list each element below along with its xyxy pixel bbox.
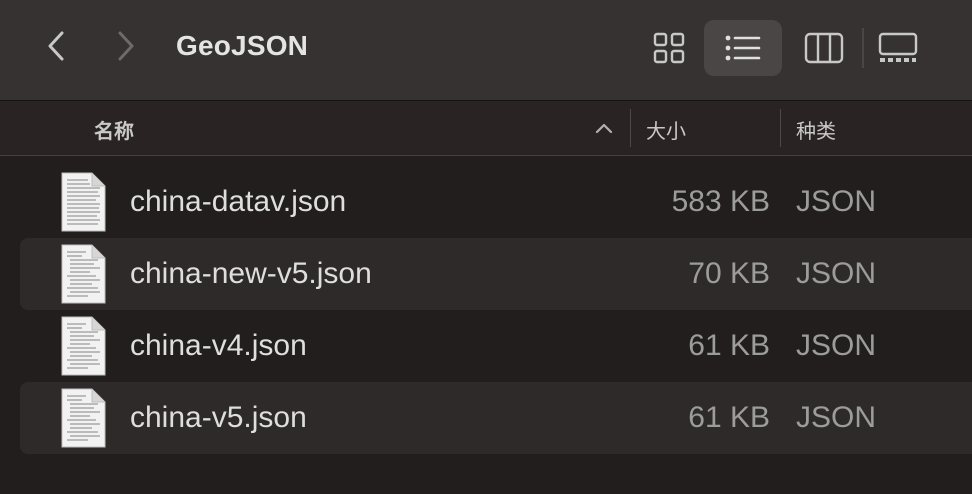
- toolbar: GeoJSON: [0, 0, 972, 101]
- file-kind: JSON: [796, 329, 877, 362]
- json-file-icon: [61, 316, 106, 376]
- finder-window: GeoJSON 名称 大小 种类 china-datav.json 583 KB…: [0, 0, 972, 494]
- chevron-left-icon: [48, 31, 64, 61]
- file-kind: JSON: [796, 185, 877, 218]
- file-kind: JSON: [796, 401, 877, 434]
- json-file-icon: [61, 172, 106, 232]
- column-divider[interactable]: [630, 109, 631, 147]
- back-button[interactable]: [36, 26, 76, 66]
- size-column-header[interactable]: 大小: [646, 115, 686, 144]
- column-header: 名称 大小 种类: [0, 101, 972, 156]
- columns-icon: [804, 32, 844, 64]
- list-view-button[interactable]: [704, 20, 782, 76]
- file-name: china-new-v5.json: [130, 257, 372, 290]
- chevron-right-icon: [118, 31, 134, 61]
- column-view-button[interactable]: [796, 20, 852, 76]
- column-divider[interactable]: [780, 109, 781, 147]
- kind-column-header[interactable]: 种类: [796, 115, 836, 144]
- file-name: china-v4.json: [130, 329, 307, 362]
- file-row[interactable]: china-datav.json 583 KB JSON: [20, 166, 972, 238]
- json-file-icon: [61, 388, 106, 448]
- forward-button[interactable]: [106, 26, 146, 66]
- window-title: GeoJSON: [176, 30, 309, 61]
- file-size: 61 KB: [688, 329, 770, 362]
- chevron-up-icon: [595, 123, 613, 134]
- file-list: china-datav.json 583 KB JSON china-new-v…: [0, 166, 972, 454]
- file-size: 583 KB: [671, 185, 770, 218]
- file-name: china-datav.json: [130, 185, 347, 218]
- file-name: china-v5.json: [130, 401, 307, 434]
- icon-view-button[interactable]: [644, 20, 694, 76]
- file-size: 61 KB: [688, 401, 770, 434]
- gallery-icon: [878, 32, 918, 62]
- file-row[interactable]: china-new-v5.json 70 KB JSON: [20, 238, 972, 310]
- name-column-header[interactable]: 名称: [94, 115, 134, 144]
- toolbar-divider: [862, 28, 864, 68]
- file-row[interactable]: china-v5.json 61 KB JSON: [20, 382, 972, 454]
- json-file-icon: [61, 244, 106, 304]
- grid-icon: [653, 32, 685, 64]
- gallery-view-button[interactable]: [870, 20, 926, 76]
- sort-button[interactable]: [594, 121, 614, 140]
- list-icon: [725, 35, 761, 61]
- file-size: 70 KB: [688, 257, 770, 290]
- file-row[interactable]: china-v4.json 61 KB JSON: [20, 310, 972, 382]
- file-kind: JSON: [796, 257, 877, 290]
